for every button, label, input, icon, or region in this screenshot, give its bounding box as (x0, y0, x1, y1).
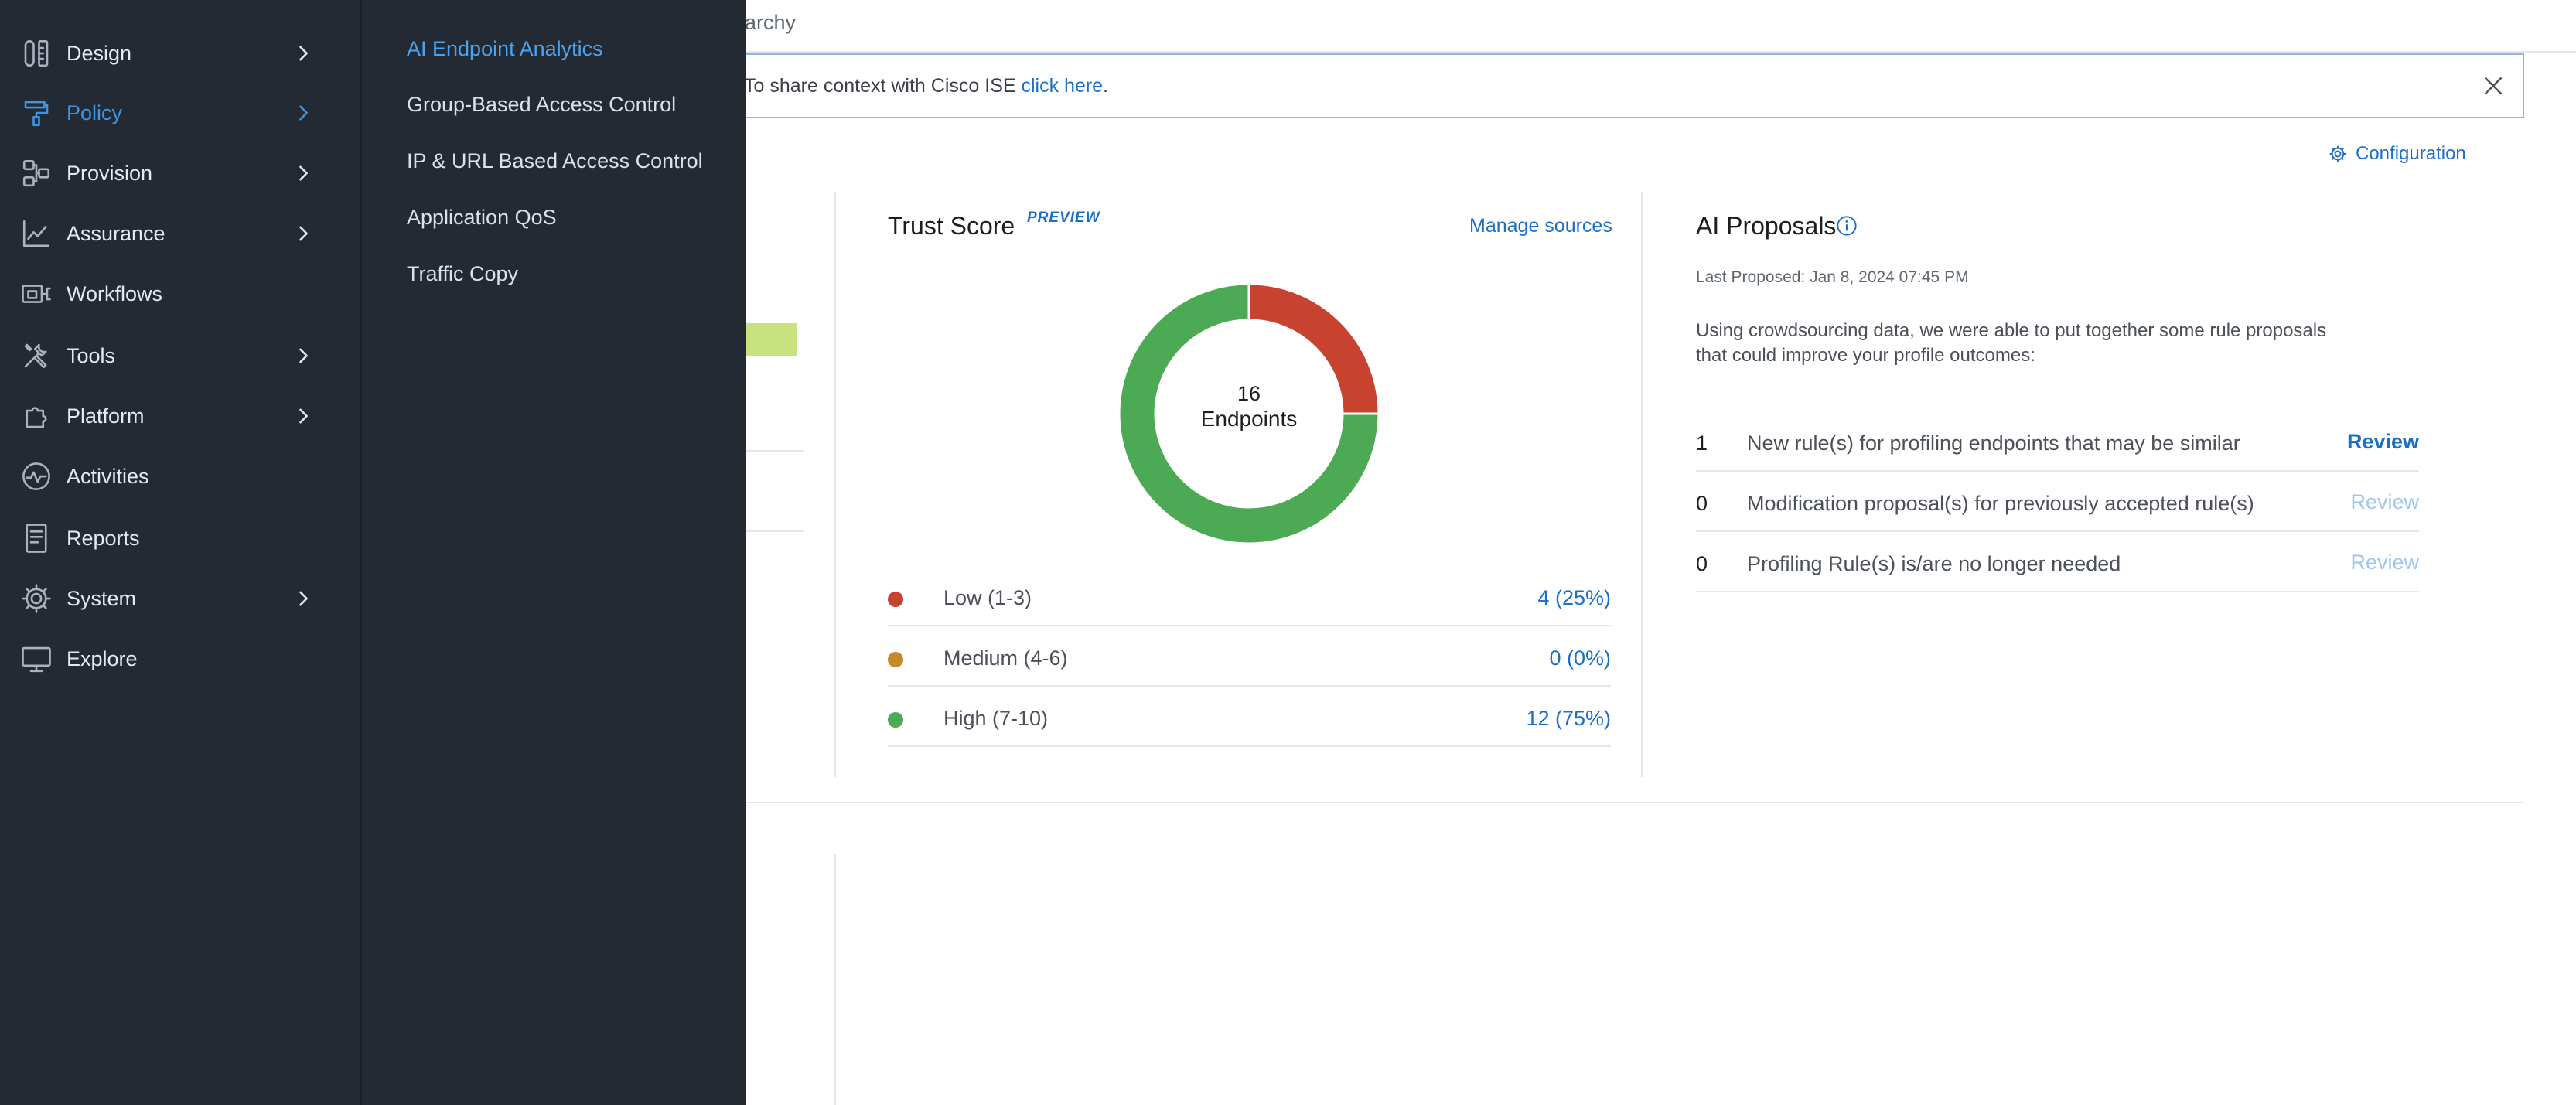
legend-dot (888, 712, 903, 728)
chevron-right-icon (299, 408, 308, 424)
nav-item-label: Activities (67, 464, 149, 488)
legend-label: Low (1-3) (943, 586, 1032, 609)
breadcrumb: archy (745, 11, 797, 34)
legend-value-link[interactable]: 4 (25%) (1537, 586, 1611, 610)
nav-item-label: Design (67, 41, 132, 65)
partial-bar (745, 323, 797, 356)
review-button: Review (2350, 490, 2419, 513)
legend-row: Low (1-3) 4 (25%) (888, 566, 1611, 626)
submenu-item-application-qos[interactable]: Application QoS (407, 206, 557, 230)
nav-item-platform[interactable]: Platform (0, 386, 360, 446)
nav-item-label: Reports (67, 526, 140, 550)
proposal-count: 0 (1696, 492, 1708, 515)
donut-center-label: Endpoints (1200, 407, 1298, 431)
banner-text: To share context with Cisco ISE click he… (744, 75, 1109, 97)
system-icon (22, 584, 51, 613)
nav-item-label: Policy (67, 101, 123, 124)
legend-label: Medium (4-6) (943, 646, 1068, 670)
nav-item-policy[interactable]: Policy (0, 83, 360, 143)
donut-center-number: 16 (1237, 382, 1261, 405)
chevron-right-icon (299, 591, 308, 606)
preview-badge: PREVIEW (1027, 210, 1100, 226)
review-button: Review (2350, 551, 2419, 574)
left-panel-divider (745, 530, 804, 532)
trust-score-title: Trust Score (888, 212, 1015, 240)
explore-icon (22, 646, 51, 673)
legend-value-link[interactable]: 12 (75%) (1526, 707, 1611, 731)
submenu-item-ip-url-based-access-control[interactable]: IP & URL Based Access Control (407, 149, 703, 173)
platform-icon (26, 407, 47, 428)
last-proposed-text: Last Proposed: Jan 8, 2024 07:45 PM (1696, 268, 1969, 286)
configuration-label: Configuration (2356, 143, 2466, 164)
nav-item-assurance[interactable]: Assurance (0, 203, 360, 264)
reports-icon (26, 524, 47, 553)
tools-icon (24, 343, 47, 369)
workflows-icon (22, 285, 51, 303)
proposal-text: Profiling Rule(s) is/are no longer neede… (1747, 552, 2121, 575)
ai-proposals-title: AI Proposals (1696, 212, 1837, 240)
legend-label: High (7-10) (943, 707, 1049, 730)
chevron-right-icon (299, 226, 308, 241)
proposal-text: Modification proposal(s) for previously … (1747, 492, 2254, 515)
chevron-right-icon (299, 105, 308, 121)
nav-item-label: Provision (67, 161, 153, 185)
proposal-row: 1 New rule(s) for profiling endpoints tha… (1696, 411, 2419, 472)
global-nav-menu: Design Policy Provision Assurance Workflows T… (0, 0, 360, 1105)
provision-icon (22, 159, 50, 187)
panel-divider (834, 192, 836, 777)
nav-item-label: Platform (67, 404, 145, 428)
info-icon[interactable] (1836, 215, 1858, 237)
nav-item-workflows[interactable]: Workflows (0, 264, 360, 324)
proposal-row: 0 Profiling Rule(s) is/are no longer need… (1696, 532, 2419, 592)
nav-item-label: Assurance (67, 221, 165, 245)
nav-item-label: System (67, 586, 137, 610)
panel-divider (834, 854, 836, 1105)
assurance-icon (22, 220, 50, 247)
legend-dot (888, 652, 903, 667)
manage-sources-link[interactable]: Manage sources (1469, 215, 1612, 237)
close-icon[interactable] (2479, 72, 2507, 100)
ise-context-banner: To share context with Cisco ISE click he… (719, 53, 2524, 118)
nav-item-design[interactable]: Design (0, 23, 360, 84)
policy-submenu: AI Endpoint Analytics Group-Based Access … (360, 0, 746, 1105)
chevron-right-icon (299, 46, 308, 61)
nav-item-label: Tools (67, 343, 116, 367)
header-divider (745, 51, 2576, 53)
nav-item-label: Workflows (67, 281, 163, 305)
chevron-right-icon (299, 165, 308, 181)
banner-click-here-link[interactable]: click here (1021, 75, 1103, 97)
left-panel-divider (745, 450, 804, 452)
nav-item-label: Explore (67, 646, 138, 670)
nav-item-tools[interactable]: Tools (0, 326, 360, 386)
review-button[interactable]: Review (2347, 430, 2419, 454)
proposal-text: New rule(s) for profiling endpoints that… (1747, 431, 2240, 455)
legend-row: High (7-10) 12 (75%) (888, 687, 1611, 747)
panel-divider (1641, 192, 1643, 777)
design-icon (24, 39, 49, 67)
configuration-button[interactable]: Configuration (2328, 143, 2466, 165)
proposal-count: 1 (1696, 431, 1708, 455)
legend-row: Medium (4-6) 0 (0%) (888, 626, 1611, 687)
legend-value-link[interactable]: 0 (0%) (1549, 646, 1611, 670)
nav-item-system[interactable]: System (0, 568, 360, 629)
submenu-item-ai-endpoint-analytics[interactable]: AI Endpoint Analytics (407, 37, 603, 61)
gear-icon (2329, 145, 2346, 162)
nav-item-reports[interactable]: Reports (0, 508, 360, 568)
submenu-item-traffic-copy[interactable]: Traffic Copy (407, 262, 518, 286)
ai-proposals-description: Using crowdsourcing data, we were able t… (1696, 320, 2327, 366)
nav-item-explore[interactable]: Explore (0, 629, 360, 689)
policy-icon (24, 101, 49, 127)
submenu-item-group-based-access-control[interactable]: Group-Based Access Control (407, 93, 676, 117)
proposal-count: 0 (1696, 552, 1708, 575)
chevron-right-icon (299, 348, 308, 363)
nav-item-activities[interactable]: Activities (0, 446, 360, 506)
activities-icon (22, 462, 50, 490)
nav-item-provision[interactable]: Provision (0, 143, 360, 203)
legend-dot (888, 592, 903, 607)
proposal-row: 0 Modification proposal(s) for previously… (1696, 472, 2419, 532)
section-divider (745, 802, 2524, 803)
